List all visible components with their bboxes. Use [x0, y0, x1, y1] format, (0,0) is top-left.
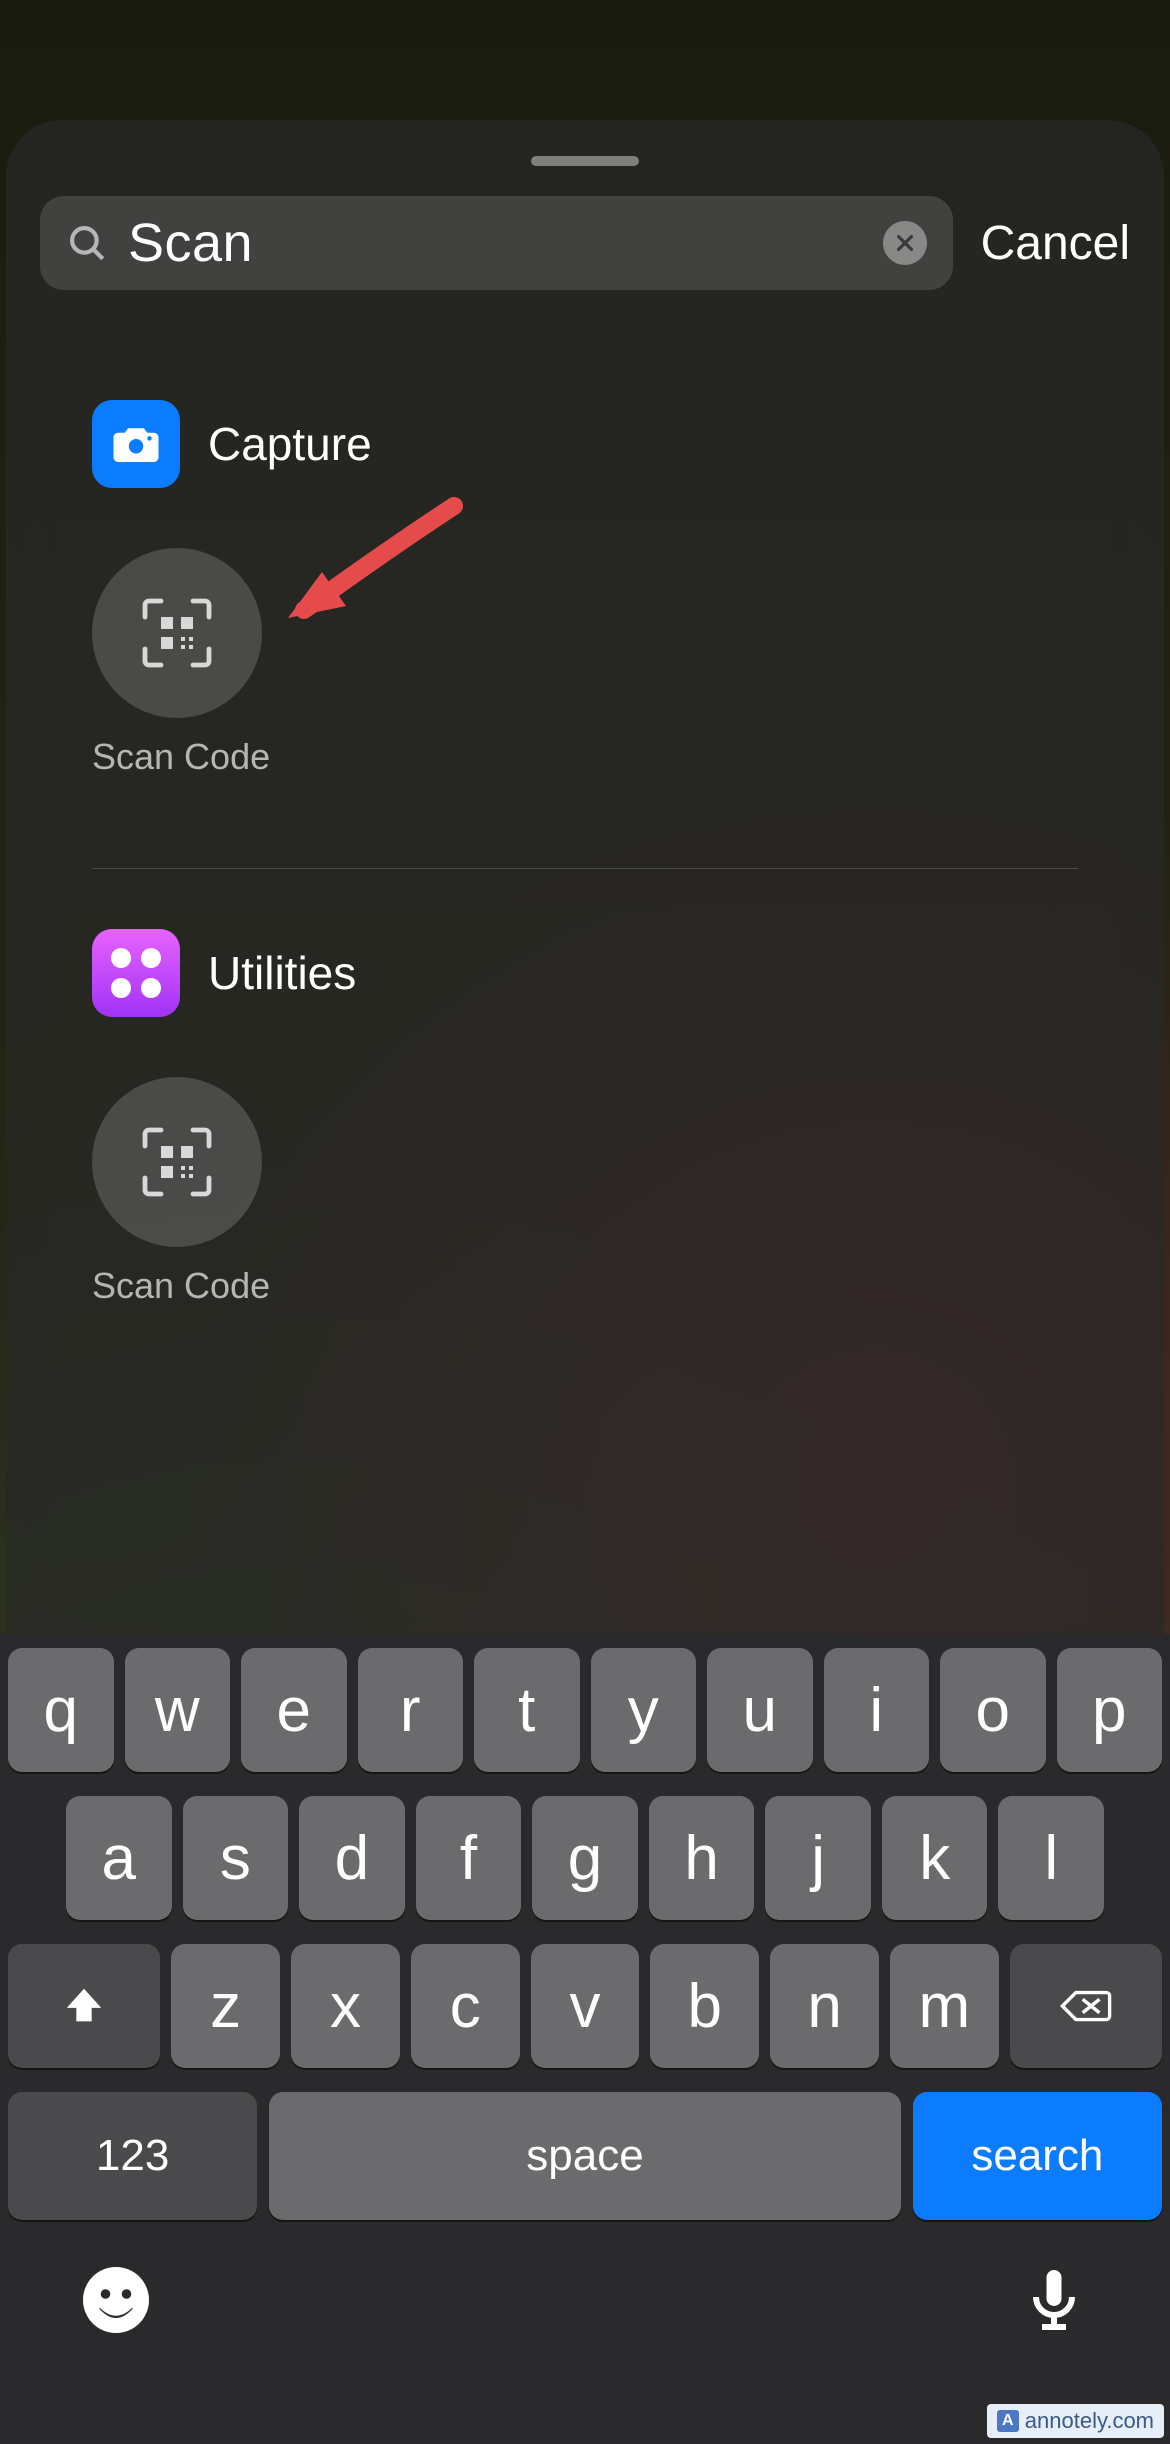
key-i[interactable]: i [824, 1648, 930, 1772]
key-p[interactable]: p [1057, 1648, 1163, 1772]
key-q[interactable]: q [8, 1648, 114, 1772]
key-y[interactable]: y [591, 1648, 697, 1772]
qrcode-icon [92, 1077, 262, 1247]
key-t[interactable]: t [474, 1648, 580, 1772]
key-z[interactable]: z [171, 1944, 280, 2068]
group-header-capture[interactable]: Capture [92, 400, 1078, 488]
space-key[interactable]: space [269, 2092, 900, 2220]
key-f[interactable]: f [416, 1796, 522, 1920]
key-a[interactable]: a [66, 1796, 172, 1920]
dictation-key[interactable] [1018, 2264, 1090, 2341]
scan-code-app-capture[interactable]: Scan Code [92, 548, 262, 778]
group-label: Capture [208, 417, 372, 471]
key-h[interactable]: h [649, 1796, 755, 1920]
qrcode-icon [92, 548, 262, 718]
shift-key[interactable] [8, 1944, 160, 2068]
key-m[interactable]: m [890, 1944, 999, 2068]
key-s[interactable]: s [183, 1796, 289, 1920]
key-d[interactable]: d [299, 1796, 405, 1920]
panel-grabber[interactable] [531, 156, 639, 166]
keyboard-search-key[interactable]: search [913, 2092, 1162, 2220]
key-j[interactable]: j [765, 1796, 871, 1920]
camera-icon [92, 400, 180, 488]
app-label: Scan Code [92, 1265, 262, 1307]
key-r[interactable]: r [358, 1648, 464, 1772]
key-u[interactable]: u [707, 1648, 813, 1772]
cancel-button[interactable]: Cancel [981, 216, 1130, 271]
key-b[interactable]: b [650, 1944, 759, 2068]
key-x[interactable]: x [291, 1944, 400, 2068]
key-g[interactable]: g [532, 1796, 638, 1920]
app-label: Scan Code [92, 736, 262, 778]
key-w[interactable]: w [125, 1648, 231, 1772]
key-l[interactable]: l [998, 1796, 1104, 1920]
emoji-key[interactable] [80, 2264, 152, 2341]
backspace-key[interactable] [1010, 1944, 1162, 2068]
clear-search-button[interactable] [883, 221, 927, 265]
search-field[interactable]: Scan [40, 196, 953, 290]
search-input-value[interactable]: Scan [128, 212, 863, 274]
group-label: Utilities [208, 946, 356, 1000]
software-keyboard: qwertyuiop asdfghjkl zxcvbnm 123 space s… [0, 1634, 1170, 2444]
key-o[interactable]: o [940, 1648, 1046, 1772]
search-row: Scan Cancel [6, 196, 1164, 290]
key-n[interactable]: n [770, 1944, 879, 2068]
results-divider [92, 868, 1078, 869]
grid-icon [92, 929, 180, 1017]
numbers-key[interactable]: 123 [8, 2092, 257, 2220]
key-k[interactable]: k [882, 1796, 988, 1920]
key-e[interactable]: e [241, 1648, 347, 1772]
annotely-watermark: Aannotely.com [987, 2404, 1164, 2438]
search-results: Capture [6, 400, 1164, 1307]
group-header-utilities[interactable]: Utilities [92, 929, 1078, 1017]
key-c[interactable]: c [411, 1944, 520, 2068]
search-icon [66, 222, 108, 264]
key-v[interactable]: v [531, 1944, 640, 2068]
scan-code-app-utilities[interactable]: Scan Code [92, 1077, 262, 1307]
